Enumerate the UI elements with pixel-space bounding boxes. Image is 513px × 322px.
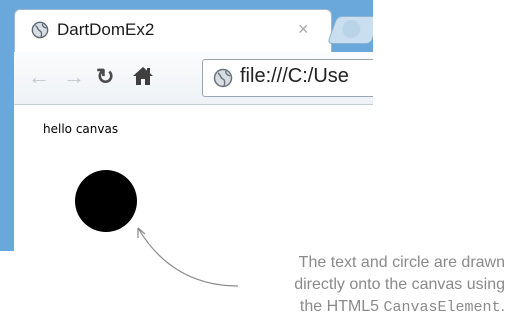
- caption-line-3: the HTML5 CanvasElement.: [230, 296, 505, 319]
- caption-line-2: directly onto the canvas using: [294, 276, 505, 293]
- caption-line-3-prefix: the HTML5: [299, 298, 384, 315]
- caption-code: CanvasElement: [383, 299, 501, 316]
- caption-line-1: The text and circle are drawn: [298, 254, 505, 271]
- caption-line-3-suffix: .: [500, 298, 505, 315]
- annotation-caption: The text and circle are drawn directly o…: [230, 252, 505, 319]
